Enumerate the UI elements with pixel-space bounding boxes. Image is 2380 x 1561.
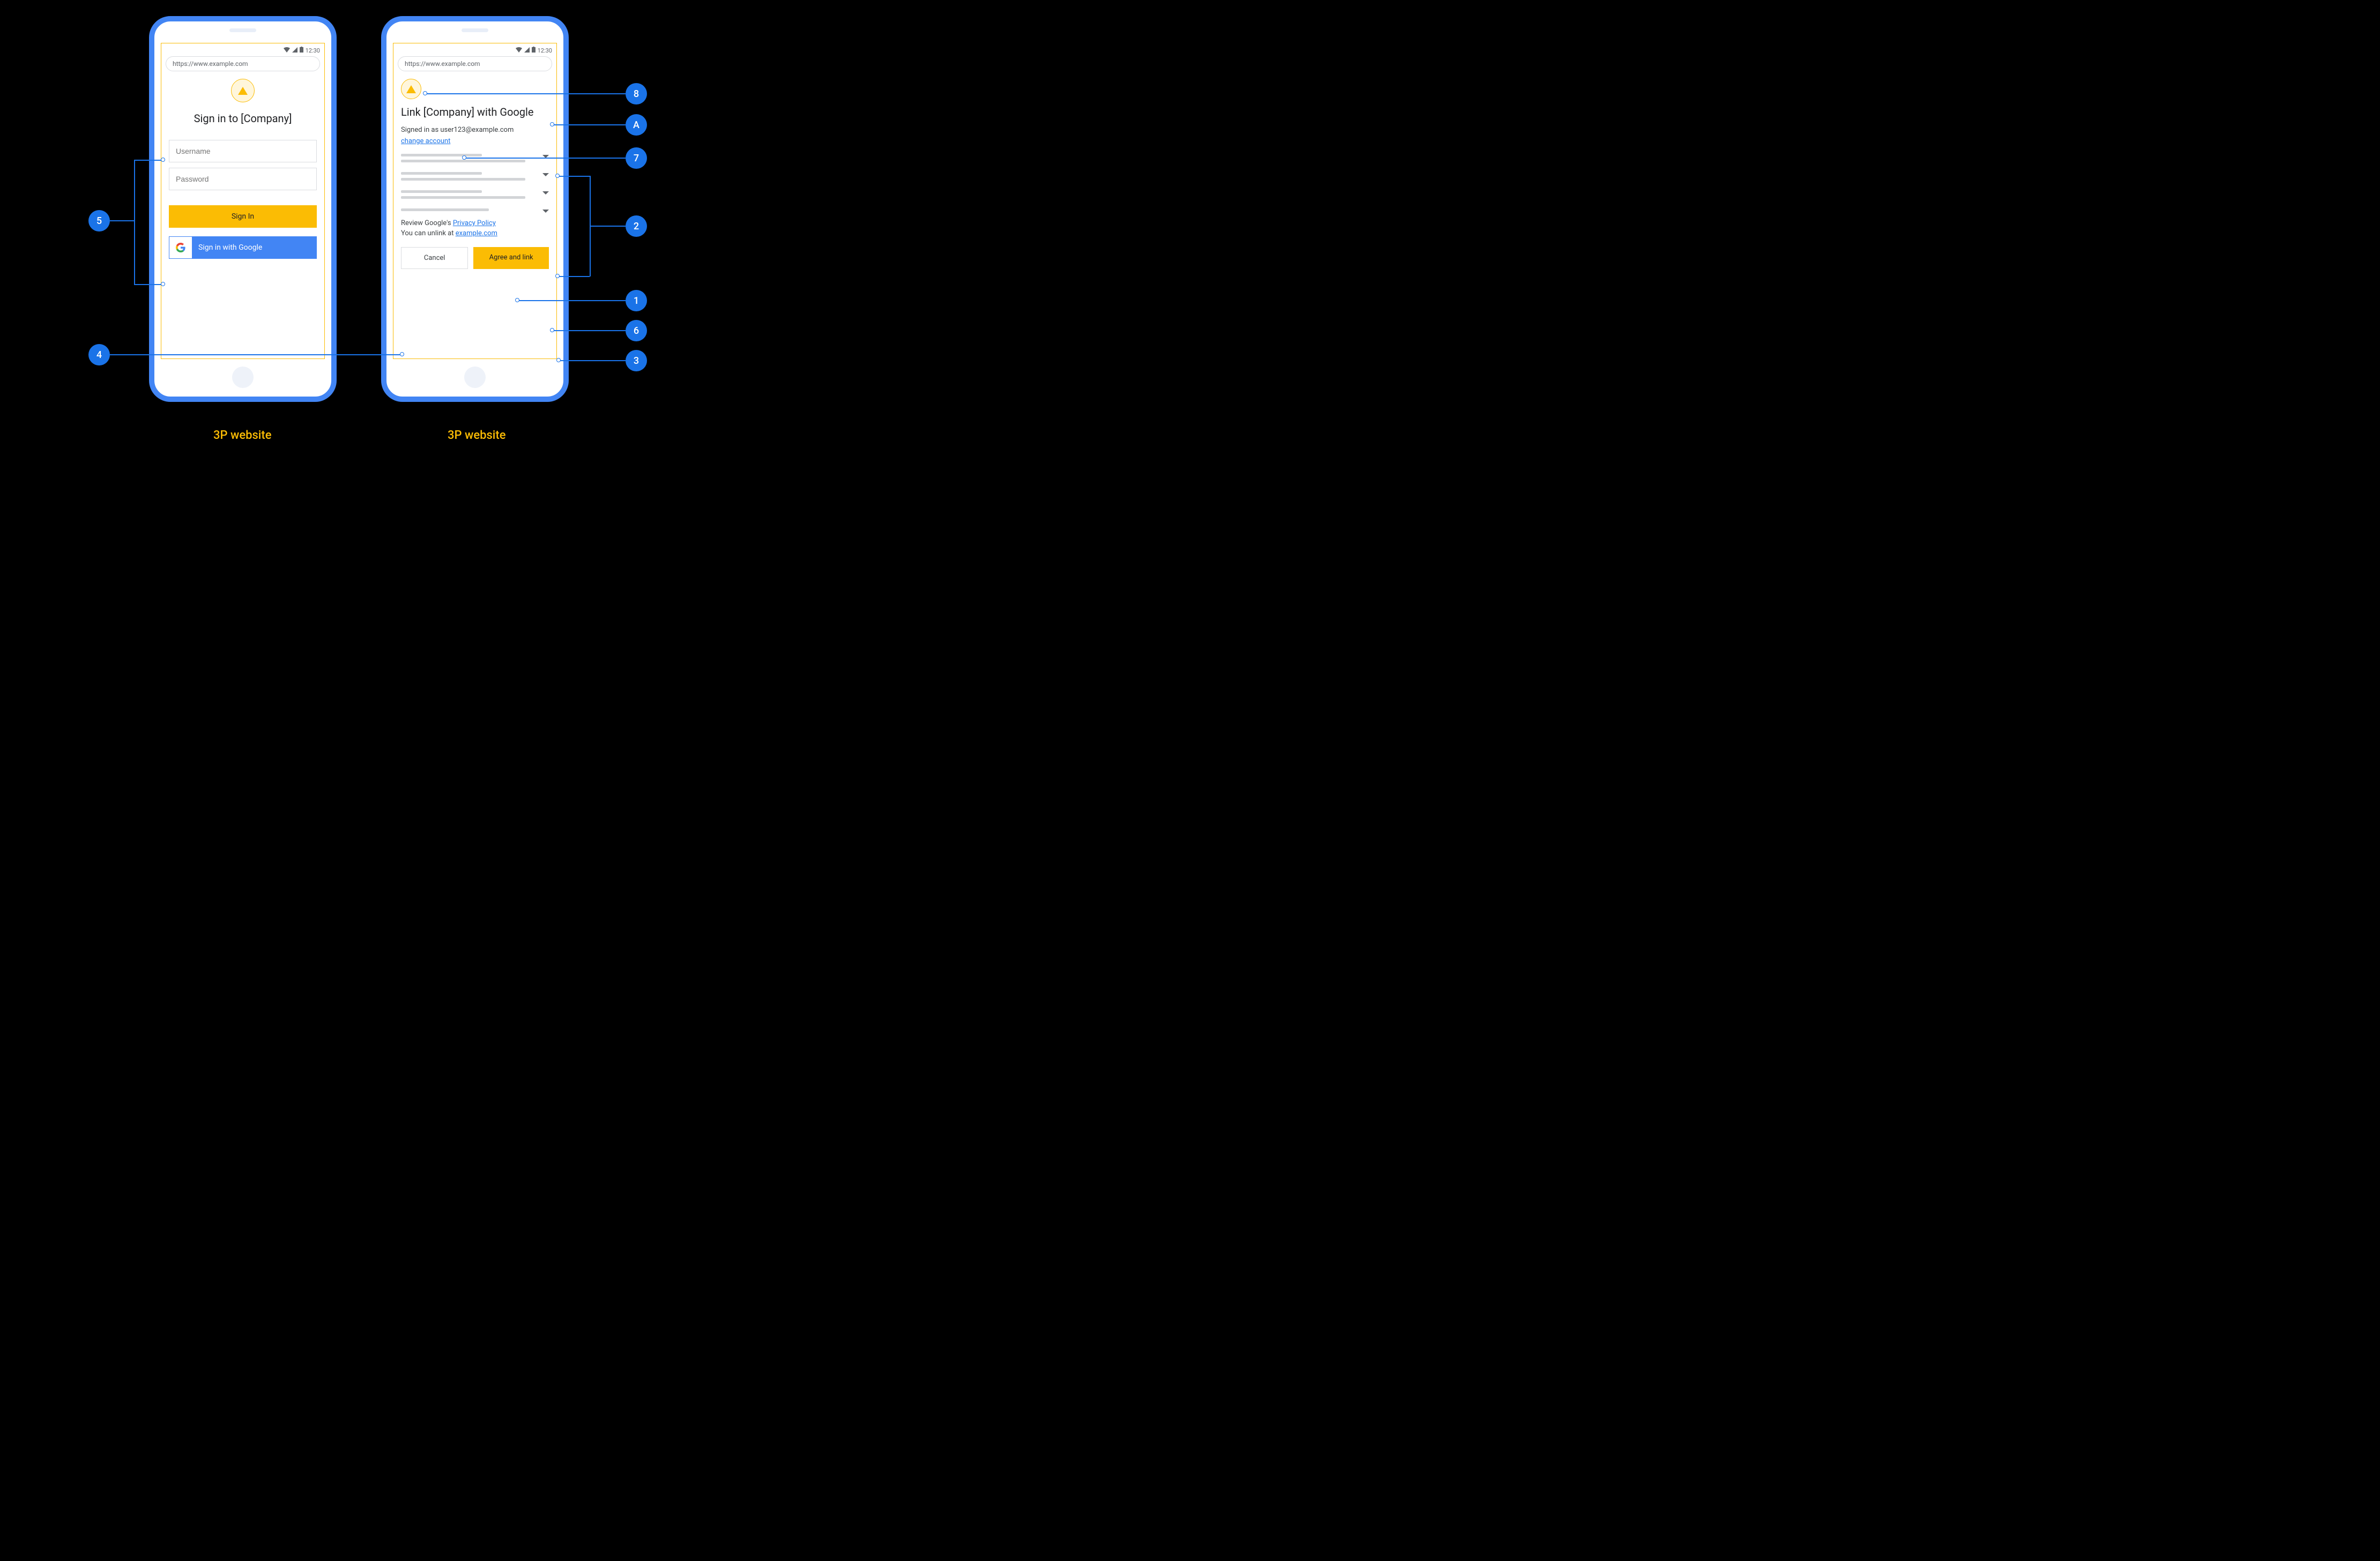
chevron-down-icon (542, 173, 549, 176)
connector-dot (550, 328, 554, 332)
review-prefix: Review Google's (401, 219, 453, 227)
connector-line (134, 160, 163, 161)
wifi-icon (284, 47, 290, 54)
home-button[interactable] (464, 367, 486, 388)
status-bar: 12:30 (161, 43, 324, 56)
connector-dot (550, 122, 554, 126)
scope-item[interactable] (401, 190, 549, 202)
chevron-down-icon (542, 210, 549, 213)
connector-line (559, 360, 626, 361)
signin-button[interactable]: Sign In (169, 205, 317, 228)
scope-list (401, 154, 549, 213)
connector-dot (423, 91, 427, 95)
connector-line (134, 160, 135, 285)
url-bar[interactable]: https://www.example.com (398, 56, 552, 71)
agree-link-button[interactable]: Agree and link (473, 247, 549, 269)
scope-item[interactable] (401, 172, 549, 184)
callout-4: 4 (88, 344, 110, 365)
connector-line (464, 158, 626, 159)
company-logo (231, 79, 255, 102)
connector-dot (555, 174, 560, 178)
unlink-line: You can unlink at example.com (401, 229, 549, 237)
signed-in-as: Signed in as user123@example.com (401, 126, 549, 134)
callout-8: 8 (626, 83, 647, 104)
cell-icon (524, 47, 530, 54)
google-signin-label: Sign in with Google (192, 237, 316, 258)
phone-speaker (462, 28, 488, 32)
cancel-button[interactable]: Cancel (401, 247, 468, 269)
callout-6: 6 (626, 320, 647, 341)
privacy-policy-line: Review Google's Privacy Policy (401, 219, 549, 227)
phone-speaker (229, 28, 256, 32)
connector-line (425, 93, 626, 94)
privacy-policy-link[interactable]: Privacy Policy (453, 219, 496, 227)
connector-line (517, 300, 626, 301)
screen-consent: 12:30 https://www.example.com Link [Comp… (393, 43, 557, 359)
unlink-prefix: You can unlink at (401, 229, 456, 237)
battery-icon (300, 47, 303, 54)
unlink-link[interactable]: example.com (456, 229, 497, 237)
connector-line (552, 124, 626, 125)
callout-7: 7 (626, 147, 647, 169)
google-signin-button[interactable]: Sign in with Google (169, 236, 317, 259)
chevron-down-icon (542, 191, 549, 195)
connector-dot (161, 158, 165, 162)
link-title: Link [Company] with Google (401, 106, 549, 118)
home-button[interactable] (232, 367, 254, 388)
status-time: 12:30 (538, 47, 552, 54)
connector-line (557, 276, 590, 277)
password-input[interactable] (169, 168, 317, 190)
phone-consent: 12:30 https://www.example.com Link [Comp… (381, 16, 569, 402)
connector-dot (462, 155, 466, 160)
cell-icon (292, 47, 298, 54)
username-input[interactable] (169, 140, 317, 162)
connector-line (134, 284, 163, 285)
signin-title: Sign in to [Company] (169, 112, 317, 125)
status-time: 12:30 (306, 47, 320, 54)
battery-icon (532, 47, 536, 54)
connector-dot (555, 274, 560, 278)
connector-line (590, 226, 626, 227)
callout-1: 1 (626, 290, 647, 311)
phone-signin: 12:30 https://www.example.com Sign in to… (149, 16, 337, 402)
status-bar: 12:30 (393, 43, 556, 56)
scope-item[interactable] (401, 208, 549, 213)
connector-dot (515, 298, 519, 302)
callout-5: 5 (88, 210, 110, 231)
connector-line (110, 220, 134, 221)
google-logo-icon (169, 237, 192, 258)
connector-line (110, 354, 402, 355)
connector-line (552, 330, 626, 331)
scope-item[interactable] (401, 154, 549, 166)
phone-caption-left: 3P website (213, 429, 272, 442)
connector-dot (556, 358, 561, 362)
callout-2: 2 (626, 215, 647, 237)
phone-caption-right: 3P website (448, 429, 506, 442)
callout-A: A (626, 114, 647, 136)
connector-line (557, 176, 590, 177)
wifi-icon (516, 47, 522, 54)
callout-3: 3 (626, 350, 647, 371)
change-account-link[interactable]: change account (401, 137, 450, 145)
connector-dot (161, 282, 165, 286)
triangle-icon (238, 87, 248, 95)
screen-signin: 12:30 https://www.example.com Sign in to… (161, 43, 325, 359)
triangle-icon (406, 85, 416, 93)
company-logo (401, 79, 421, 99)
connector-dot (400, 352, 404, 356)
url-bar[interactable]: https://www.example.com (166, 56, 320, 71)
